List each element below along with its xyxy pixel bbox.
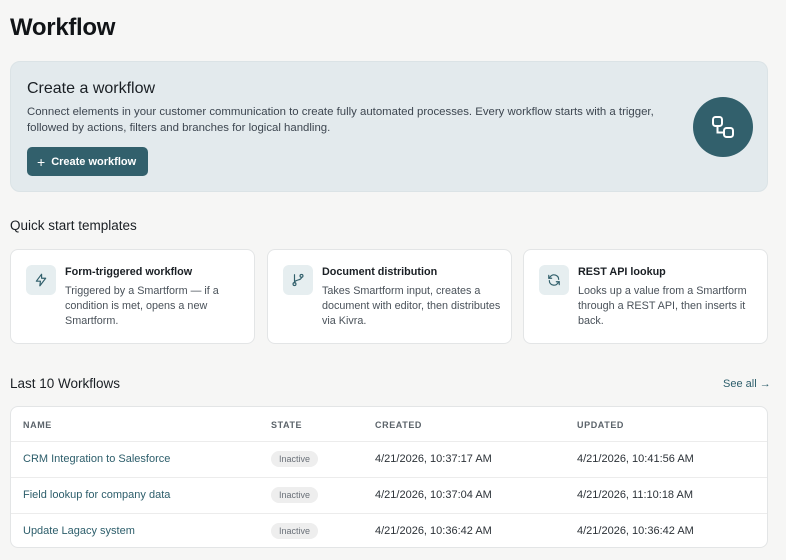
hero-title: Create a workflow: [27, 80, 156, 97]
column-header-created: CREATED: [375, 420, 423, 430]
template-title: Document distribution: [322, 266, 438, 278]
workflow-name-link[interactable]: CRM Integration to Salesforce: [23, 453, 170, 465]
table-row[interactable]: Field lookup for company data Inactive 4…: [11, 477, 767, 513]
updated-date: 4/21/2026, 10:41:56 AM: [577, 453, 694, 465]
template-description: Triggered by a Smartform — if a conditio…: [65, 285, 219, 327]
see-all-link[interactable]: See all →: [723, 378, 771, 390]
template-card-form-triggered[interactable]: Form-triggered workflow Triggered by a S…: [10, 249, 255, 344]
created-date: 4/21/2026, 10:37:17 AM: [375, 453, 492, 465]
workflow-name-link[interactable]: Field lookup for company data: [23, 489, 170, 501]
workflows-section-title: Last 10 Workflows: [10, 376, 121, 391]
updated-date: 4/21/2026, 10:36:42 AM: [577, 525, 694, 537]
branch-icon: [283, 265, 313, 295]
create-workflow-button[interactable]: + Create workflow: [27, 147, 149, 176]
plus-icon: +: [37, 153, 46, 170]
template-card-document-distribution[interactable]: Document distribution Takes Smartform in…: [267, 249, 512, 344]
created-date: 4/21/2026, 10:37:04 AM: [375, 489, 492, 501]
template-card-rest-api-lookup[interactable]: REST API lookup Looks up a value from a …: [523, 249, 768, 344]
updated-date: 4/21/2026, 11:10:18 AM: [577, 489, 693, 501]
status-badge: Inactive: [271, 451, 319, 467]
hero-description: Connect elements in your customer commun…: [27, 106, 654, 134]
template-title: Form-triggered workflow: [65, 266, 193, 278]
template-description: Takes Smartform input, creates a documen…: [322, 285, 501, 327]
column-header-updated: UPDATED: [577, 420, 625, 430]
column-header-state: STATE: [271, 420, 303, 430]
template-title: REST API lookup: [578, 266, 666, 278]
column-header-name: NAME: [23, 420, 52, 430]
create-workflow-button-label: Create workflow: [51, 155, 137, 168]
table-row[interactable]: Update Lagacy system Inactive 4/21/2026,…: [11, 513, 767, 547]
template-description: Looks up a value from a Smartform throug…: [578, 285, 747, 327]
status-badge: Inactive: [271, 523, 319, 539]
workflow-nodes-icon: [693, 97, 753, 157]
create-workflow-panel: Create a workflow Connect elements in yo…: [10, 61, 768, 192]
templates-section-title: Quick start templates: [10, 218, 137, 233]
status-badge: Inactive: [271, 487, 319, 503]
workflows-table: NAME STATE CREATED UPDATED CRM Integrati…: [10, 406, 768, 548]
refresh-icon: [539, 265, 569, 295]
table-row[interactable]: CRM Integration to Salesforce Inactive 4…: [11, 441, 767, 477]
lightning-icon: [26, 265, 56, 295]
page-title: Workflow: [10, 14, 116, 41]
created-date: 4/21/2026, 10:36:42 AM: [375, 525, 492, 537]
workflow-name-link[interactable]: Update Lagacy system: [23, 525, 135, 537]
